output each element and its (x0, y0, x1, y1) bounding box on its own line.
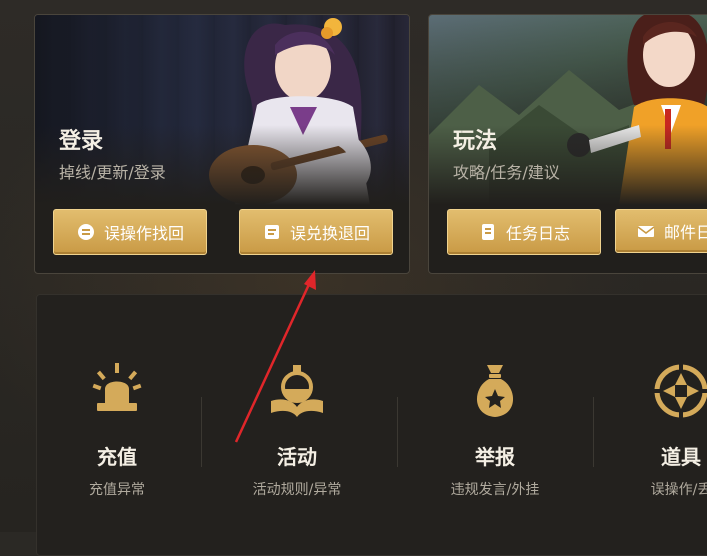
gameplay-card-subtitle: 攻略/任务/建议 (453, 163, 560, 182)
recover-icon (76, 222, 96, 242)
category-report-title: 举报 (475, 445, 515, 469)
category-recharge-title: 充值 (97, 445, 137, 469)
gear-target-icon (653, 363, 707, 419)
category-items-title: 道具 (661, 445, 701, 469)
task-log-button[interactable]: 任务日志 (447, 209, 601, 255)
money-bag-icon (476, 365, 514, 417)
alarm-light-icon (92, 363, 142, 411)
task-log-icon (478, 222, 498, 242)
mail-icon (636, 221, 656, 241)
exchange-refund-label: 误兑换退回 (289, 224, 370, 243)
category-items-subtitle: 误操作/丢 (650, 482, 707, 498)
category-recharge-subtitle: 充值异常 (89, 482, 145, 498)
category-events-subtitle: 活动规则/异常 (252, 482, 342, 498)
task-log-label: 任务日志 (505, 224, 570, 243)
category-recharge[interactable]: 充值 充值异常 (19, 295, 215, 533)
exchange-refund-button[interactable]: 误兑换退回 (239, 209, 393, 255)
gameplay-card-title: 玩法 (453, 129, 498, 154)
category-events[interactable]: 活动 活动规则/异常 (199, 295, 395, 533)
gameplay-card[interactable]: 玩法 攻略/任务/建议 任务日志 邮件日 (428, 14, 707, 274)
mail-log-button[interactable]: 邮件日 (615, 209, 707, 253)
category-panel: 充值 充值异常 活动 活动规则/异常 举报 违规发言/外挂 道具 误操作/丢 (36, 294, 707, 556)
recover-misoperation-button[interactable]: 误操作找回 (53, 209, 207, 255)
exchange-icon (262, 222, 282, 242)
login-card-title: 登录 (59, 129, 104, 154)
potion-book-icon (271, 365, 323, 417)
login-card-subtitle: 掉线/更新/登录 (59, 163, 166, 182)
category-report-subtitle: 违规发言/外挂 (450, 482, 540, 498)
category-items[interactable]: 道具 误操作/丢 (583, 295, 707, 533)
category-events-title: 活动 (277, 445, 317, 469)
category-report[interactable]: 举报 违规发言/外挂 (397, 295, 593, 533)
login-card[interactable]: 登录 掉线/更新/登录 误操作找回 误兑换退回 (34, 14, 410, 274)
recover-misoperation-label: 误操作找回 (103, 224, 184, 243)
mail-log-label: 邮件日 (664, 223, 707, 242)
